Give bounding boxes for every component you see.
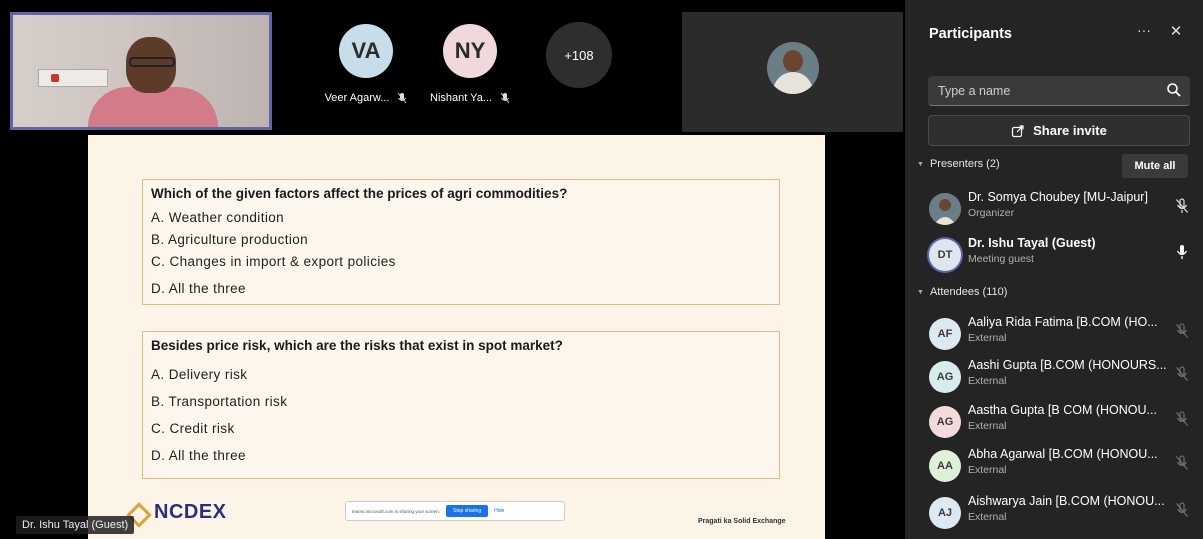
video-person-glasses — [129, 57, 175, 67]
participant-role: Meeting guest — [968, 253, 1034, 265]
mic-off-icon — [500, 92, 510, 104]
option-d: D. All the three — [151, 448, 246, 463]
search-input[interactable] — [928, 76, 1158, 106]
participant-role: External — [968, 332, 1007, 344]
meeting-stage: VA Veer Agarw... NY Nishant Ya... +108 W… — [0, 0, 904, 539]
option-a: A. Delivery risk — [151, 367, 248, 382]
shared-slide: Which of the given factors affect the pr… — [88, 135, 825, 539]
video-tile-organizer[interactable] — [682, 12, 903, 132]
caret-down-icon: ▼ — [917, 288, 924, 296]
participant-tile-name-row: Nishant Ya... — [420, 92, 520, 104]
attendee-row[interactable]: AG Aashi Gupta [B.COM (HONOURS... Extern… — [927, 356, 1197, 396]
mic-muted-icon — [1176, 455, 1188, 470]
participant-avatar: VA — [339, 24, 393, 78]
ncdex-logo: NCDEX — [128, 501, 227, 524]
video-person-body — [88, 87, 218, 127]
stop-sharing-button[interactable]: Stop sharing — [446, 505, 489, 517]
participant-role: Organizer — [968, 207, 1015, 219]
option-a: A. Weather condition — [151, 210, 285, 225]
mic-muted-icon — [1176, 502, 1188, 517]
share-icon — [1012, 124, 1024, 137]
mic-off-icon — [398, 92, 407, 104]
avatar: AJ — [929, 497, 961, 529]
hide-banner-button[interactable]: Hide — [494, 508, 504, 514]
avatar: DT — [929, 239, 961, 271]
close-icon[interactable]: ✕ — [1165, 22, 1187, 42]
video-switchboard — [38, 69, 108, 87]
participant-role: External — [968, 464, 1007, 476]
share-banner-message: teams.microsoft.com is sharing your scre… — [352, 508, 441, 514]
participant-name: Aaliya Rida Fatima [B.COM (HO... — [968, 315, 1158, 329]
avatar-body — [773, 72, 813, 94]
question-box-2: Besides price risk, which are the risks … — [142, 331, 780, 479]
attendee-row[interactable]: AF Aaliya Rida Fatima [B.COM (HO... Exte… — [927, 313, 1197, 353]
organizer-avatar — [767, 42, 819, 94]
option-b: B. Transportation risk — [151, 394, 288, 409]
participant-name: Aishwarya Jain [B.COM (HONOU... — [968, 494, 1165, 508]
profile-photo-icon — [929, 193, 961, 225]
option-b: B. Agriculture production — [151, 232, 309, 247]
speaker-name-tag: Dr. Ishu Tayal (Guest) — [16, 516, 135, 534]
slide-tagline: Pragati ka Solid Exchange — [698, 518, 786, 525]
attendees-section-toggle[interactable]: ▼ Attendees (110) — [917, 286, 1007, 298]
attendee-row[interactable]: AG Aastha Gupta [B COM (HONOU... Externa… — [927, 401, 1197, 441]
mute-all-button[interactable]: Mute all — [1122, 154, 1188, 178]
question-title: Which of the given factors affect the pr… — [151, 186, 568, 201]
participant-avatar: NY — [443, 24, 497, 78]
search-box — [928, 76, 1190, 106]
participant-name: Aastha Gupta [B COM (HONOU... — [968, 403, 1157, 417]
mic-on-icon — [1176, 245, 1188, 259]
presenter-row[interactable]: DT Dr. Ishu Tayal (Guest) Meeting guest — [927, 234, 1197, 274]
participant-tile-va[interactable]: VA Veer Agarw... — [316, 24, 416, 104]
participant-name: Aashi Gupta [B.COM (HONOURS... — [968, 358, 1167, 372]
participants-panel: Participants ··· ✕ Share invite ▼ Presen… — [905, 0, 1203, 539]
avatar: AG — [929, 406, 961, 438]
ncdex-logo-text: NCDEX — [154, 501, 227, 523]
share-invite-label: Share invite — [1033, 123, 1107, 138]
presenter-row[interactable]: Dr. Somya Choubey [MU-Jaipur] Organizer — [927, 188, 1197, 228]
avatar-head — [783, 50, 803, 72]
avatar: AA — [929, 450, 961, 482]
presenters-section-toggle[interactable]: ▼ Presenters (2) — [917, 158, 1000, 170]
participant-tile-name-row: Veer Agarw... — [316, 92, 416, 104]
question-box-1: Which of the given factors affect the pr… — [142, 179, 780, 305]
screen-share-banner: teams.microsoft.com is sharing your scre… — [345, 501, 565, 521]
more-options-icon[interactable]: ··· — [1133, 22, 1155, 42]
option-c: C. Changes in import & export policies — [151, 254, 396, 269]
avatar — [929, 193, 961, 225]
participant-tile-ny[interactable]: NY Nishant Ya... — [420, 24, 520, 104]
avatar: AG — [929, 361, 961, 393]
participant-name: Dr. Ishu Tayal (Guest) — [968, 236, 1096, 250]
attendee-row[interactable]: AJ Aishwarya Jain [B.COM (HONOU... Exter… — [927, 492, 1197, 532]
participant-name: Dr. Somya Choubey [MU-Jaipur] — [968, 190, 1148, 204]
participant-role: External — [968, 420, 1007, 432]
participant-name: Abha Agarwal [B.COM (HONOU... — [968, 447, 1158, 461]
caret-down-icon: ▼ — [917, 160, 924, 168]
attendee-row[interactable]: AA Abha Agarwal [B.COM (HONOU... Externa… — [927, 445, 1197, 485]
attendees-label: Attendees (110) — [929, 286, 1008, 298]
share-invite-button[interactable]: Share invite — [928, 115, 1190, 146]
mic-muted-icon — [1176, 411, 1188, 426]
option-c: C. Credit risk — [151, 421, 235, 436]
option-d: D. All the three — [151, 281, 246, 296]
video-tile-speaker[interactable] — [10, 12, 272, 130]
presenters-label: Presenters (2) — [929, 158, 1000, 170]
question-title: Besides price risk, which are the risks … — [151, 338, 563, 353]
participant-tile-name: Veer Agarw... — [324, 92, 390, 104]
mic-muted-icon — [1176, 323, 1188, 338]
avatar: AF — [929, 318, 961, 350]
mic-muted-icon — [1176, 366, 1188, 381]
search-icon[interactable] — [1166, 82, 1182, 98]
more-participants-button[interactable]: +108 — [546, 22, 612, 88]
mic-muted-icon — [1176, 198, 1188, 213]
participant-role: External — [968, 375, 1007, 387]
participant-tile-name: Nishant Ya... — [430, 92, 492, 104]
panel-title: Participants — [929, 26, 1012, 42]
participant-role: External — [968, 511, 1007, 523]
